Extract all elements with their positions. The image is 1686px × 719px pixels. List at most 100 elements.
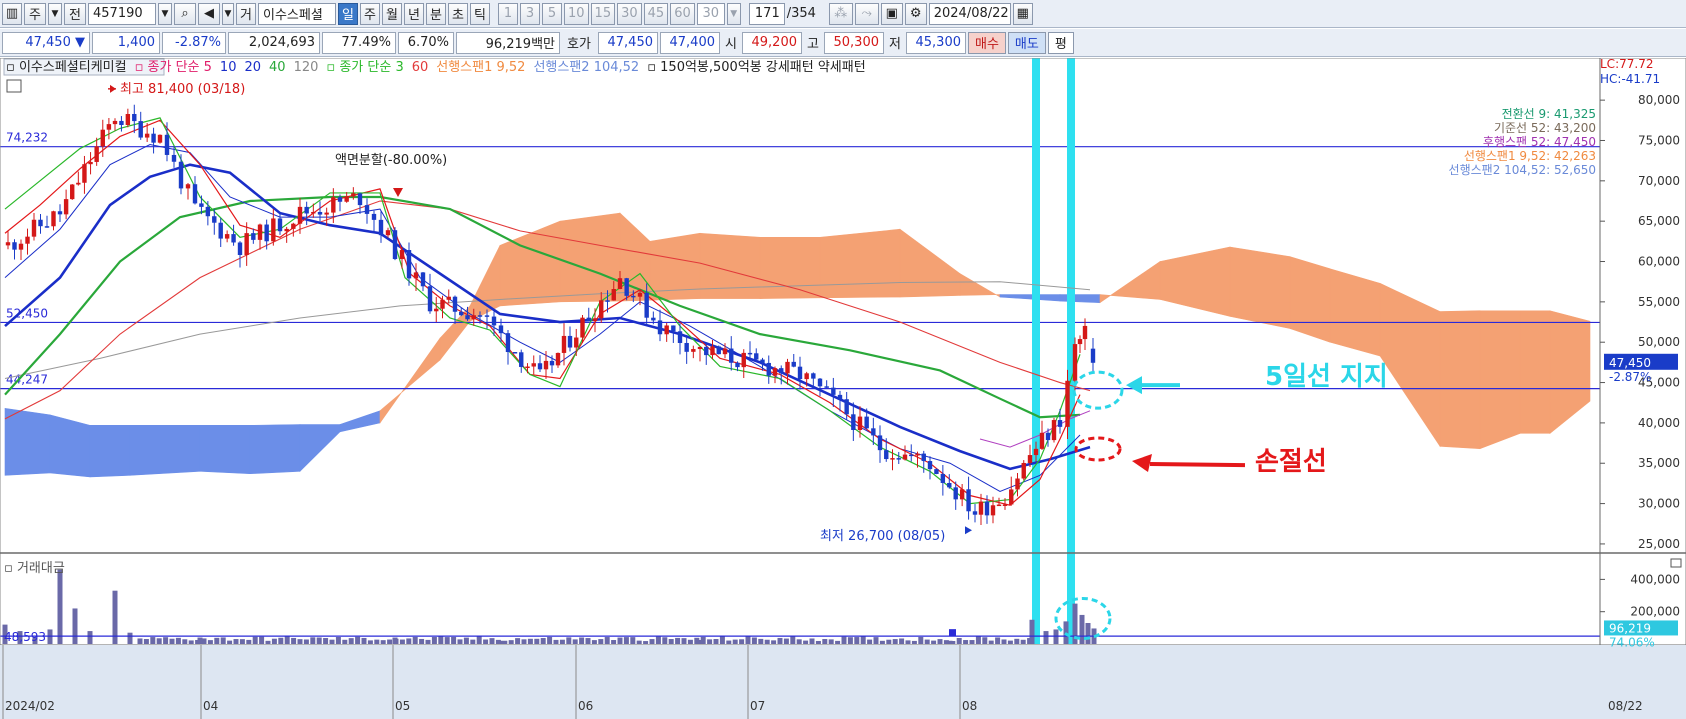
interval-button[interactable]: 45 xyxy=(643,2,669,25)
interval-button[interactable]: 3 xyxy=(520,2,540,25)
time-end-label: 08/22 xyxy=(1608,699,1643,713)
price-field: 47,450 ▼ xyxy=(2,31,90,54)
candle xyxy=(446,296,451,300)
gear-icon[interactable]: ⚙ xyxy=(904,2,927,25)
layout-icon[interactable]: ▥ xyxy=(2,2,22,25)
stock-name-field[interactable]: 이수스페셜 xyxy=(258,2,336,25)
candle xyxy=(171,154,177,162)
volume-bar xyxy=(335,636,341,644)
save-icon[interactable]: ▣ xyxy=(880,2,903,25)
candle xyxy=(966,489,971,512)
candle xyxy=(277,218,283,232)
candle xyxy=(351,193,356,197)
volume-bar xyxy=(227,640,233,644)
code-dropdown-icon[interactable]: ▼ xyxy=(158,2,172,25)
period-button[interactable]: 월 xyxy=(382,2,402,25)
period-unit-select[interactable]: 주 xyxy=(24,2,46,25)
period-button[interactable]: 분 xyxy=(426,2,446,25)
candle xyxy=(25,236,30,244)
price-chart[interactable]: 74,23252,45044,247 48,593 80,00075,00070… xyxy=(0,58,1686,719)
price-tick-label: 80,000 xyxy=(1638,93,1680,107)
search-icon[interactable]: ⌕ xyxy=(174,2,196,25)
compare-icon[interactable]: ⤳ xyxy=(854,2,879,25)
volume-pane-title: ▫ 거래대금 xyxy=(4,561,65,576)
ichimoku-cloud-segment xyxy=(199,425,251,475)
dropdown-icon[interactable]: ▼ xyxy=(48,2,62,25)
interval-button[interactable]: 1 xyxy=(498,2,518,25)
candle xyxy=(831,387,836,395)
price-tick-label: 60,000 xyxy=(1638,255,1680,269)
candle xyxy=(452,296,458,312)
buy-button[interactable]: 매수 xyxy=(968,31,1006,54)
candle xyxy=(144,133,150,138)
volume-bar xyxy=(931,640,937,644)
candle xyxy=(996,504,1002,507)
grid-table-icon[interactable] xyxy=(6,79,22,93)
link-icon[interactable]: ⁂ xyxy=(828,2,853,25)
volume-bar xyxy=(719,636,725,644)
interval-input[interactable]: 30 xyxy=(696,2,725,25)
candle xyxy=(440,299,445,309)
candle xyxy=(747,352,753,355)
period-button[interactable]: 주 xyxy=(360,2,380,25)
eval-button[interactable]: 평 xyxy=(1047,31,1074,54)
volume-bar xyxy=(156,638,162,644)
interval-button[interactable]: 60 xyxy=(670,2,695,25)
volume-bar xyxy=(611,640,617,644)
candle xyxy=(716,346,721,355)
candle xyxy=(824,386,829,388)
market-badge[interactable]: 거 xyxy=(236,2,256,25)
count-input[interactable]: 171 xyxy=(748,2,785,25)
price-tick-label: 65,000 xyxy=(1638,214,1680,228)
calendar-icon[interactable]: ▦ xyxy=(1012,2,1033,25)
period-button[interactable]: 초 xyxy=(448,2,468,25)
candle xyxy=(185,184,191,189)
interval-button[interactable]: 10 xyxy=(564,2,589,25)
candle xyxy=(199,203,204,207)
quote-bar: 47,450 ▼ 1,400 -2.87% 2,024,693 77.49% 6… xyxy=(0,29,1686,57)
speaker-icon[interactable]: ◀ xyxy=(198,2,220,25)
stoploss-label: 손절선 xyxy=(1255,447,1327,477)
low-label: 저 xyxy=(889,37,901,52)
high-label: 고 xyxy=(807,37,819,52)
period-button[interactable]: 일 xyxy=(338,2,358,25)
volume-bar xyxy=(169,638,175,644)
candle xyxy=(1033,448,1039,456)
candle xyxy=(112,120,118,125)
volume-current-label: 96,219 xyxy=(1609,621,1651,635)
open-label: 시 xyxy=(725,37,737,52)
candle xyxy=(498,325,504,334)
volume-bar xyxy=(803,640,809,644)
volume-bar xyxy=(963,640,969,644)
candle xyxy=(5,242,11,246)
total-count: /354 xyxy=(786,6,816,21)
volume-bar xyxy=(127,632,133,644)
ichimoku-cloud-segment xyxy=(1329,268,1381,357)
ichimoku-cloud-segment xyxy=(49,414,91,478)
ichimoku-label: 후행스팬 52: 47,450 xyxy=(1483,134,1596,149)
volume-pane-close-icon[interactable] xyxy=(1670,558,1682,568)
candle xyxy=(921,453,926,462)
volume-bar xyxy=(1014,638,1020,644)
candle xyxy=(927,461,933,470)
candle xyxy=(611,289,616,301)
period-button[interactable]: 년 xyxy=(404,2,424,25)
interval-button[interactable]: 5 xyxy=(542,2,562,25)
candle xyxy=(631,295,636,298)
period-button[interactable]: 틱 xyxy=(470,2,490,25)
candle xyxy=(434,308,439,312)
prev-button[interactable]: 전 xyxy=(64,2,86,25)
candle xyxy=(38,219,43,227)
candle xyxy=(392,230,398,260)
volume-bar xyxy=(1079,614,1085,644)
date-input[interactable]: 2024/08/22 xyxy=(928,2,1011,25)
code-input[interactable]: 457190 xyxy=(88,2,156,25)
interval-button[interactable]: 30 xyxy=(617,2,642,25)
speaker-dropdown-icon[interactable]: ▼ xyxy=(222,2,234,25)
interval-dropdown-icon[interactable]: ▼ xyxy=(726,2,741,25)
sell-button[interactable]: 매도 xyxy=(1007,31,1046,54)
interval-button[interactable]: 15 xyxy=(590,2,616,25)
volume-bar xyxy=(623,637,629,644)
candle xyxy=(51,211,56,227)
candle xyxy=(624,278,629,296)
